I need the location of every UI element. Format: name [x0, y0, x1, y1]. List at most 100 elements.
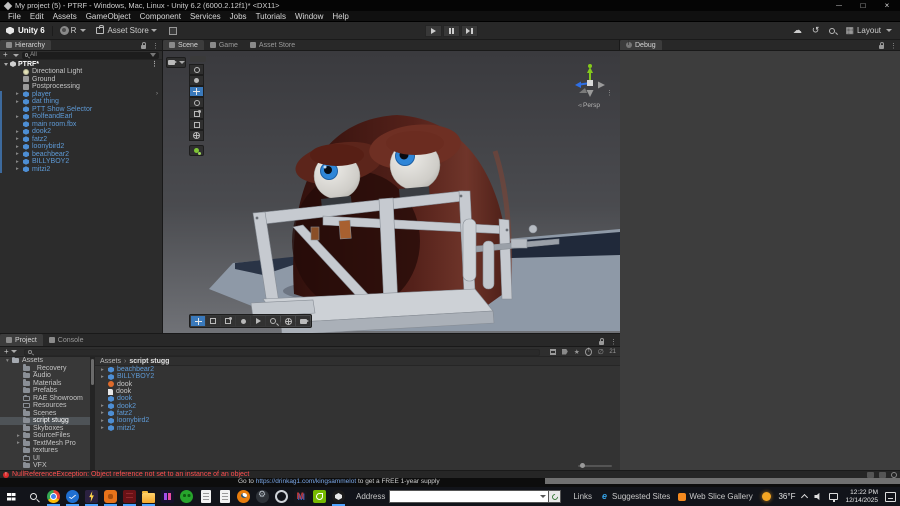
- search-by-type-icon[interactable]: [549, 348, 556, 355]
- hierarchy-item[interactable]: PTT Show Selector: [0, 105, 162, 113]
- transform-tool-button[interactable]: [189, 130, 204, 141]
- hierarchy-item[interactable]: RolfeandEarl: [0, 113, 162, 121]
- panel-menu-icon[interactable]: [890, 42, 897, 50]
- status-icon[interactable]: [867, 471, 874, 478]
- folder-item[interactable]: Prefabs: [0, 386, 90, 395]
- hierarchy-item[interactable]: BILLYBOY2: [0, 158, 162, 166]
- camera-view-dropdown[interactable]: [166, 57, 186, 68]
- unity-taskbar-icon[interactable]: [329, 487, 348, 506]
- hierarchy-item[interactable]: Ground: [0, 76, 162, 84]
- asset-store-tab-icon[interactable]: Asset Store: [244, 40, 301, 50]
- menu-item[interactable]: Services: [190, 12, 221, 21]
- hidden-icons-chevron[interactable]: [801, 493, 809, 502]
- breadcrumb-root[interactable]: Assets: [100, 358, 121, 365]
- asset-item[interactable]: BILLYBOY2: [95, 373, 620, 380]
- panel-menu-icon[interactable]: [610, 338, 617, 346]
- tab-console[interactable]: Console: [43, 334, 90, 346]
- folder-item[interactable]: Audio: [0, 371, 90, 380]
- expand-arrow-icon[interactable]: [16, 129, 23, 135]
- taskbar-clock[interactable]: 12:22 PM 12/14/2025: [845, 489, 878, 505]
- hierarchy-item[interactable]: fatz2: [0, 135, 162, 143]
- expand-arrow-icon[interactable]: [16, 99, 23, 105]
- tab-project[interactable]: Project: [0, 334, 43, 346]
- menu-item[interactable]: Help: [332, 12, 348, 21]
- chevron-down-icon[interactable]: [12, 53, 19, 57]
- rect-tool-button[interactable]: [189, 119, 204, 130]
- zoom-overlay-button[interactable]: [266, 316, 280, 326]
- folder-item[interactable]: TextMesh Pro: [0, 439, 90, 448]
- search-icon[interactable]: [829, 27, 836, 34]
- hierarchy-item[interactable]: Directional Light: [0, 68, 162, 76]
- asset-item[interactable]: beachbear2: [95, 366, 620, 373]
- expand-arrow-icon[interactable]: [16, 114, 23, 120]
- step-button[interactable]: [461, 25, 478, 37]
- start-button[interactable]: [0, 487, 22, 506]
- folder-item[interactable]: Scenes: [0, 409, 90, 418]
- asset-item[interactable]: mitzi2: [95, 424, 620, 432]
- scene-tab-icon[interactable]: Scene: [163, 40, 204, 50]
- hidden-items-icon[interactable]: [597, 348, 604, 355]
- hierarchy-item[interactable]: Postprocessing: [0, 83, 162, 91]
- maximize-button[interactable]: [852, 0, 874, 11]
- collapse-arrow-icon[interactable]: [4, 62, 8, 66]
- scene-panel-menu-icon[interactable]: [606, 82, 613, 100]
- cursor-overlay-button[interactable]: [251, 316, 265, 326]
- notepad-icon-2[interactable]: [215, 487, 234, 506]
- perspective-toggle[interactable]: ◃ Persp: [566, 101, 612, 109]
- menu-item[interactable]: Jobs: [230, 12, 247, 21]
- m-app-icon[interactable]: [291, 487, 310, 506]
- temperature[interactable]: 36°F: [778, 492, 795, 501]
- cloud-icon[interactable]: [793, 25, 802, 36]
- axis-overlay-button[interactable]: [281, 316, 295, 326]
- account-menu[interactable]: R: [59, 26, 87, 35]
- green-app-icon[interactable]: [177, 487, 196, 506]
- web-slice-gallery-button[interactable]: Web Slice Gallery: [678, 492, 753, 501]
- status-icon-2[interactable]: [879, 471, 886, 478]
- scene-root-row[interactable]: PTRF*: [0, 60, 162, 68]
- grid-overlay-button[interactable]: [206, 316, 220, 326]
- menu-item[interactable]: File: [8, 12, 21, 21]
- suggested-sites-button[interactable]: Suggested Sites: [600, 492, 670, 501]
- project-search-input[interactable]: [24, 348, 540, 356]
- scene-menu-icon[interactable]: [151, 60, 158, 68]
- view-tool-button[interactable]: [189, 64, 204, 75]
- icon-size-slider[interactable]: [578, 463, 612, 468]
- network-icon[interactable]: [829, 493, 839, 502]
- move-overlay-button[interactable]: [191, 316, 205, 326]
- scene-viewport[interactable]: ◃ Persp: [163, 51, 620, 333]
- scale-tool-button[interactable]: [189, 108, 204, 119]
- expand-arrow-icon[interactable]: [101, 410, 108, 416]
- purple-game-icon[interactable]: [158, 487, 177, 506]
- expand-arrow-icon[interactable]: [101, 425, 108, 431]
- blender-icon[interactable]: [234, 487, 253, 506]
- search-by-label-icon[interactable]: [561, 348, 568, 355]
- expand-arrow-icon[interactable]: [101, 403, 108, 409]
- overlay-drag-handle[interactable]: [190, 56, 206, 62]
- chevron-down-icon[interactable]: [10, 350, 17, 353]
- folder-item[interactable]: script stugg: [0, 416, 90, 425]
- window-icon[interactable]: [168, 26, 177, 35]
- folder-item[interactable]: UI: [0, 455, 90, 463]
- undo-history-icon[interactable]: [812, 25, 820, 36]
- expand-arrow-icon[interactable]: [101, 367, 108, 373]
- move-tool-button[interactable]: [189, 86, 204, 97]
- expand-arrow-icon[interactable]: [16, 136, 23, 142]
- expand-arrow-icon[interactable]: [16, 151, 23, 157]
- links-label[interactable]: Links: [573, 492, 592, 501]
- asset-item[interactable]: dook: [95, 388, 620, 395]
- folder-item[interactable]: Materials: [0, 379, 90, 388]
- expand-arrow-icon[interactable]: [101, 418, 108, 424]
- hierarchy-item[interactable]: mitzi2: [0, 165, 162, 173]
- notepad-icon[interactable]: [196, 487, 215, 506]
- close-button[interactable]: [876, 0, 898, 11]
- expand-arrow-icon[interactable]: [16, 159, 23, 165]
- address-go-button[interactable]: [549, 490, 562, 503]
- menu-item[interactable]: Edit: [30, 12, 44, 21]
- folder-item[interactable]: SourceFiles: [0, 431, 90, 440]
- action-center-icon[interactable]: [885, 491, 896, 502]
- game-tab-icon[interactable]: Game: [204, 40, 244, 50]
- breadcrumb-current[interactable]: script stugg: [129, 358, 169, 365]
- folder-item[interactable]: Assets: [0, 357, 90, 365]
- folder-item[interactable]: _Recovery: [0, 364, 90, 373]
- lightning-app-icon[interactable]: [82, 487, 101, 506]
